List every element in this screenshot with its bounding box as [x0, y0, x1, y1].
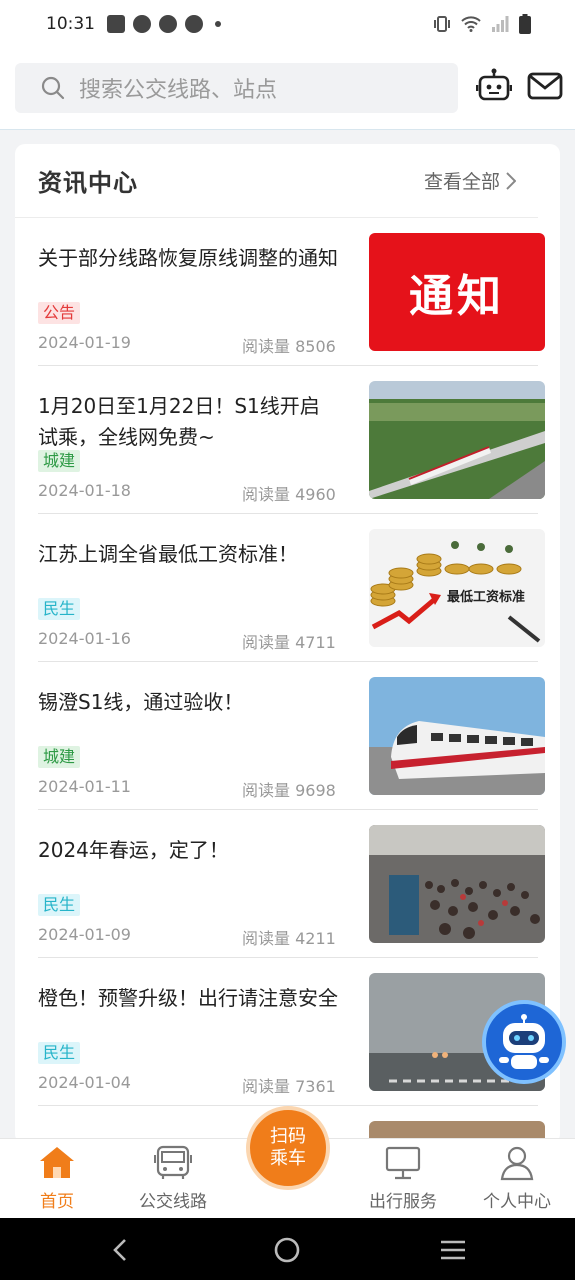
- more-notifications-icon: [215, 21, 221, 27]
- news-title: 锡澄S1线，通过验收！: [38, 690, 244, 714]
- vibrate-icon: [434, 16, 450, 32]
- search-placeholder: 搜索公交线路、站点: [79, 78, 278, 103]
- news-title: 关于部分线路恢复原线调整的通知: [38, 246, 338, 270]
- news-read-count: 阅读量 4711: [242, 633, 336, 652]
- mail-icon: [527, 72, 563, 100]
- tab-bus-lines[interactable]: 公交线路: [118, 1145, 228, 1212]
- tab-travel-service-label: 出行服务: [369, 1192, 437, 1212]
- robot-icon: [475, 68, 513, 101]
- news-tag: 城建: [38, 746, 81, 768]
- news-tag: 民生: [38, 1042, 81, 1064]
- news-center-title: 资讯中心: [38, 169, 138, 197]
- top-header: 搜索公交线路、站点: [0, 48, 575, 130]
- news-read-count: 阅读量 9698: [242, 781, 336, 800]
- news-center-header: 资讯中心 查看全部: [15, 144, 538, 218]
- news-item[interactable]: 橙色！预警升级！出行请注意安全 民生 2024-01-04 阅读量 7361: [38, 958, 545, 1106]
- news-center-card: 资讯中心 查看全部 关于部分线路恢复原线调整的通知 公告 2024-01-19 …: [15, 144, 560, 1144]
- floating-assistant-button[interactable]: [482, 1000, 566, 1084]
- news-item[interactable]: 1月20日至1月22日！S1线开启试乘，全线网免费~ 城建 2024-01-18…: [38, 366, 545, 514]
- news-item[interactable]: 锡澄S1线，通过验收！ 城建 2024-01-11 阅读量 9698: [38, 662, 545, 810]
- train-photo: [369, 677, 545, 795]
- system-navigation-bar: [0, 1218, 575, 1280]
- news-tag: 城建: [38, 450, 81, 472]
- news-thumbnail: [369, 677, 545, 795]
- news-read-count: 阅读量 4960: [242, 485, 336, 504]
- news-item[interactable]: 江苏上调全省最低工资标准！ 民生 2024-01-16 阅读量 4711 最低工…: [38, 514, 545, 662]
- tab-home[interactable]: 首页: [2, 1145, 112, 1212]
- app-notification-icon: [133, 15, 151, 33]
- scan-to-ride-button[interactable]: 扫码 乘车: [246, 1106, 330, 1190]
- crowd-station-photo: [369, 825, 545, 943]
- news-tag: 民生: [38, 598, 81, 620]
- status-bar: 10:31: [0, 0, 575, 48]
- tab-home-label: 首页: [40, 1192, 74, 1212]
- user-icon: [500, 1146, 534, 1181]
- news-item[interactable]: 2024年春运，定了！ 民生 2024-01-09 阅读量 4211: [38, 810, 545, 958]
- robot-icon: [499, 1014, 549, 1069]
- notification-icon: [107, 15, 125, 33]
- news-date: 2024-01-16: [38, 629, 131, 648]
- news-thumbnail: 通知: [369, 233, 545, 351]
- news-title: 江苏上调全省最低工资标准！: [38, 542, 298, 566]
- news-title: 橙色！预警升级！出行请注意安全: [38, 986, 338, 1010]
- news-date: 2024-01-18: [38, 481, 131, 500]
- battery-icon: [519, 14, 531, 34]
- news-read-count: 阅读量 4211: [242, 929, 336, 948]
- wage-coins-photo: 最低工资标准: [369, 529, 545, 647]
- thumbnail-caption: 最低工资标准: [447, 589, 525, 605]
- app-notification-icon: [185, 15, 203, 33]
- news-thumbnail: [369, 825, 545, 943]
- view-all-link[interactable]: 查看全部: [424, 167, 516, 194]
- status-time: 10:31: [46, 14, 95, 34]
- news-item[interactable]: 关于部分线路恢复原线调整的通知 公告 2024-01-19 阅读量 8506 通…: [38, 218, 545, 366]
- news-tag: 民生: [38, 894, 81, 916]
- scan-label-line1: 扫码: [270, 1126, 306, 1147]
- assistant-button[interactable]: [475, 68, 513, 106]
- news-thumbnail: [369, 381, 545, 499]
- news-title: 1月20日至1月22日！S1线开启试乘，全线网免费~: [38, 394, 320, 449]
- app-notification-icon: [159, 15, 177, 33]
- news-read-count: 阅读量 7361: [242, 1077, 336, 1096]
- news-date: 2024-01-19: [38, 333, 131, 352]
- wifi-icon: [461, 16, 481, 32]
- bus-icon: [154, 1145, 192, 1179]
- notice-thumbnail-text: 通知: [409, 271, 505, 322]
- tab-personal-center-label: 个人中心: [483, 1192, 551, 1212]
- messages-button[interactable]: [527, 72, 563, 104]
- news-thumbnail: 最低工资标准: [369, 529, 545, 647]
- news-read-count: 阅读量 8506: [242, 337, 336, 356]
- news-tag: 公告: [38, 302, 81, 324]
- search-icon: [41, 76, 65, 100]
- monitor-icon: [385, 1146, 421, 1180]
- signal-icon: [492, 16, 509, 32]
- chevron-right-icon: [506, 171, 516, 190]
- view-all-label: 查看全部: [423, 171, 500, 193]
- home-circle-icon[interactable]: [274, 1237, 300, 1263]
- news-title: 2024年春运，定了！: [38, 838, 229, 862]
- news-date: 2024-01-11: [38, 777, 131, 796]
- tab-travel-service[interactable]: 出行服务: [348, 1145, 458, 1212]
- news-date: 2024-01-09: [38, 925, 131, 944]
- tab-personal-center[interactable]: 个人中心: [462, 1145, 572, 1212]
- news-date: 2024-01-04: [38, 1073, 131, 1092]
- elevated-train-photo: [369, 381, 545, 499]
- back-icon[interactable]: [112, 1238, 128, 1262]
- search-input[interactable]: 搜索公交线路、站点: [15, 63, 458, 113]
- tab-bus-lines-label: 公交线路: [139, 1192, 207, 1212]
- scan-label-line2: 乘车: [270, 1148, 306, 1169]
- recents-menu-icon[interactable]: [440, 1240, 466, 1260]
- home-icon: [40, 1147, 74, 1178]
